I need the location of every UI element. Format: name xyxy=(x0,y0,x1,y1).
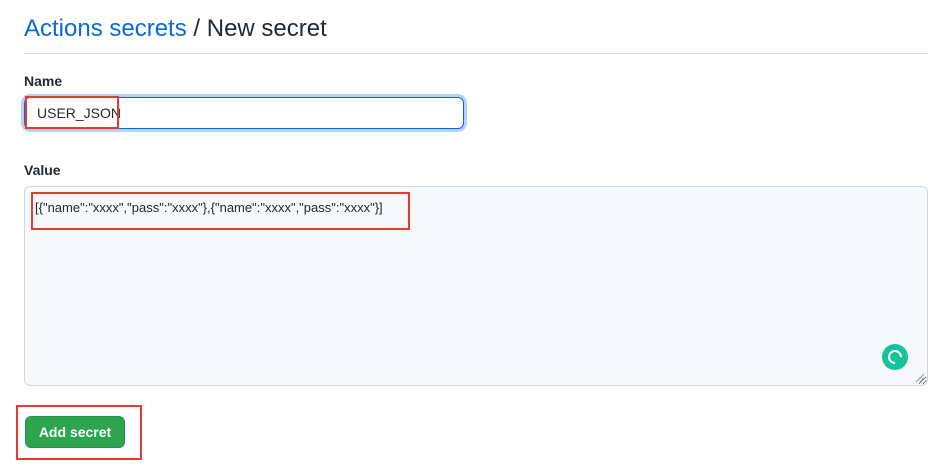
secret-value-textarea[interactable]: [{"name":"xxxx","pass":"xxxx"},{"name":"… xyxy=(24,186,928,386)
grammarly-icon[interactable] xyxy=(882,344,908,370)
breadcrumb-separator: / xyxy=(186,15,207,42)
name-label: Name xyxy=(24,73,63,89)
secret-name-input[interactable] xyxy=(24,97,464,129)
breadcrumb-actions-secrets-link[interactable]: Actions secrets xyxy=(24,15,187,42)
value-label: Value xyxy=(24,162,61,178)
breadcrumb-current: New secret xyxy=(206,15,327,42)
new-secret-page: Actions secrets / New secret Name Value … xyxy=(0,0,938,470)
add-secret-button[interactable]: Add secret xyxy=(25,416,125,448)
page-title: Actions secrets / New secret xyxy=(24,14,928,44)
page-header: Actions secrets / New secret xyxy=(24,14,928,54)
